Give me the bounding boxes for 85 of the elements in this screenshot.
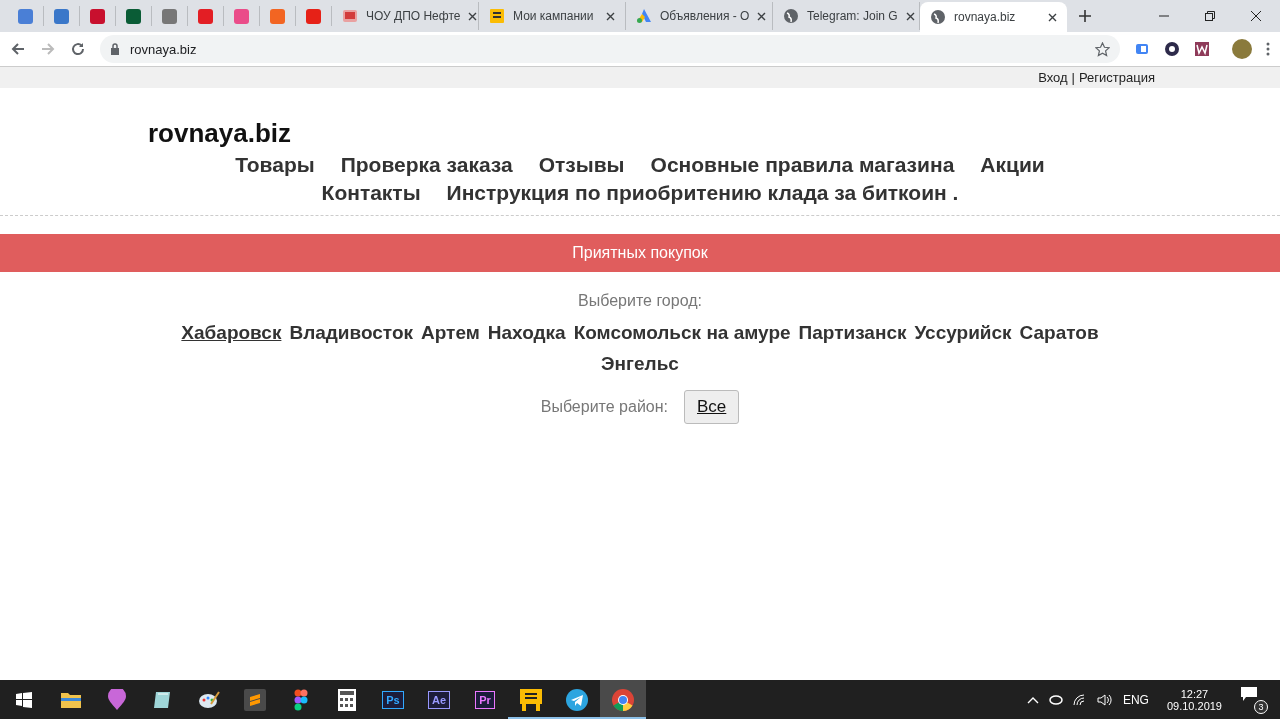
browser-tab[interactable]: rovnaya.biz <box>920 2 1067 32</box>
site-icon <box>306 8 321 24</box>
avatar-icon[interactable] <box>1232 39 1252 59</box>
close-icon[interactable] <box>905 11 915 21</box>
back-icon[interactable] <box>10 41 26 57</box>
new-tab-icon[interactable] <box>1079 10 1091 22</box>
star-icon[interactable] <box>1095 41 1110 57</box>
nav-link[interactable]: Контакты <box>321 179 421 207</box>
nav-link[interactable]: Инструкция по приобритению клада за биткоин . <box>446 179 959 207</box>
app-logo: Ae <box>427 690 451 709</box>
site-icon <box>270 8 285 24</box>
register-link[interactable]: Регистрация <box>1079 70 1155 85</box>
browser-icon <box>612 688 634 711</box>
windows-start-icon[interactable] <box>16 691 32 708</box>
chevron-up-icon[interactable] <box>1026 695 1039 704</box>
separator-text: | <box>1071 70 1075 85</box>
browser-tab[interactable]: ЧОУ ДПО Нефте <box>332 2 479 30</box>
close-icon[interactable] <box>757 11 767 21</box>
site-icon <box>126 8 141 24</box>
browser-tab[interactable]: Telegram: Join G <box>773 2 920 30</box>
taskbar-app[interactable] <box>600 680 646 719</box>
site-icon <box>54 8 69 24</box>
district-label: Выберите район: <box>540 398 668 416</box>
city-link[interactable]: Энгельс <box>601 349 679 378</box>
cloud-icon[interactable] <box>1048 693 1063 706</box>
city-link[interactable]: Комсомольск на амуре <box>573 318 791 347</box>
menu-icon[interactable] <box>1266 41 1270 57</box>
close-icon[interactable] <box>1048 12 1057 22</box>
nav-link[interactable]: Товары <box>235 151 315 179</box>
city-link[interactable]: Партизанск <box>798 318 907 347</box>
close-icon[interactable] <box>606 11 615 21</box>
city-link[interactable]: Уссурийск <box>914 318 1012 347</box>
signboard-icon <box>520 688 542 711</box>
clock[interactable]: 12:27 09.10.2019 <box>1166 687 1222 712</box>
nav-link[interactable]: Акции <box>980 151 1045 179</box>
book-icon <box>342 8 358 24</box>
city-link[interactable]: Саратов <box>1019 318 1099 347</box>
triangle-logo-icon <box>636 8 652 24</box>
lock-icon <box>110 43 120 55</box>
notification-count: 3 <box>1254 699 1268 714</box>
city-link[interactable]: Владивосток <box>289 318 414 347</box>
address-bar[interactable]: rovnaya.biz <box>100 35 1120 63</box>
close-icon[interactable] <box>1250 10 1262 22</box>
code-editor-icon <box>244 688 266 711</box>
reload-icon[interactable] <box>70 41 86 57</box>
site-icon <box>234 8 249 24</box>
city-label: Выберите город: <box>577 292 703 310</box>
site-icon <box>18 8 33 24</box>
palette-icon <box>198 689 220 710</box>
document-icon <box>489 8 505 24</box>
close-icon[interactable] <box>468 11 478 21</box>
restore-icon[interactable] <box>1204 10 1216 22</box>
district-button[interactable]: Все <box>684 390 740 424</box>
globe-icon <box>930 9 946 25</box>
volume-icon[interactable] <box>1096 693 1113 706</box>
login-link[interactable]: Вход <box>1038 70 1068 85</box>
taskbar-app[interactable]: Pr <box>462 680 508 719</box>
city-link[interactable]: Артем <box>421 318 480 347</box>
language-indicator[interactable]: ENG <box>1122 692 1149 707</box>
notification-center-button[interactable]: 3 <box>1240 685 1268 714</box>
globe-icon <box>783 8 799 24</box>
browser-tab[interactable]: Мои кампании <box>479 2 626 30</box>
banner-text: Приятных покупок <box>572 244 708 262</box>
taskbar-app[interactable]: Ps <box>370 680 416 719</box>
app-logo: Ps <box>382 690 404 709</box>
app-logo: Pr <box>475 690 495 709</box>
wifi-icon[interactable] <box>1072 693 1087 706</box>
site-icon <box>162 8 177 24</box>
taskbar-app[interactable]: Ae <box>416 680 462 719</box>
nav-link[interactable]: Основные правила магазина <box>650 151 955 179</box>
browser-tab[interactable]: Объявления - О <box>626 2 773 30</box>
site-logo[interactable]: rovnaya.biz <box>148 118 292 149</box>
site-icon <box>198 8 213 24</box>
paper-plane-icon <box>566 688 588 711</box>
nav-link[interactable]: Проверка заказа <box>340 151 513 179</box>
design-tool-icon <box>294 688 308 711</box>
city-link[interactable]: Находка <box>487 318 566 347</box>
message-icon <box>1240 685 1258 702</box>
map-pin-icon <box>107 688 127 711</box>
city-link[interactable]: Хабаровск <box>181 318 282 347</box>
nav-link[interactable]: Отзывы <box>538 151 625 179</box>
extension-icon[interactable] <box>1164 41 1180 57</box>
calculator-icon <box>338 688 356 711</box>
extension-icon[interactable] <box>1194 41 1210 57</box>
site-icon <box>90 8 105 24</box>
